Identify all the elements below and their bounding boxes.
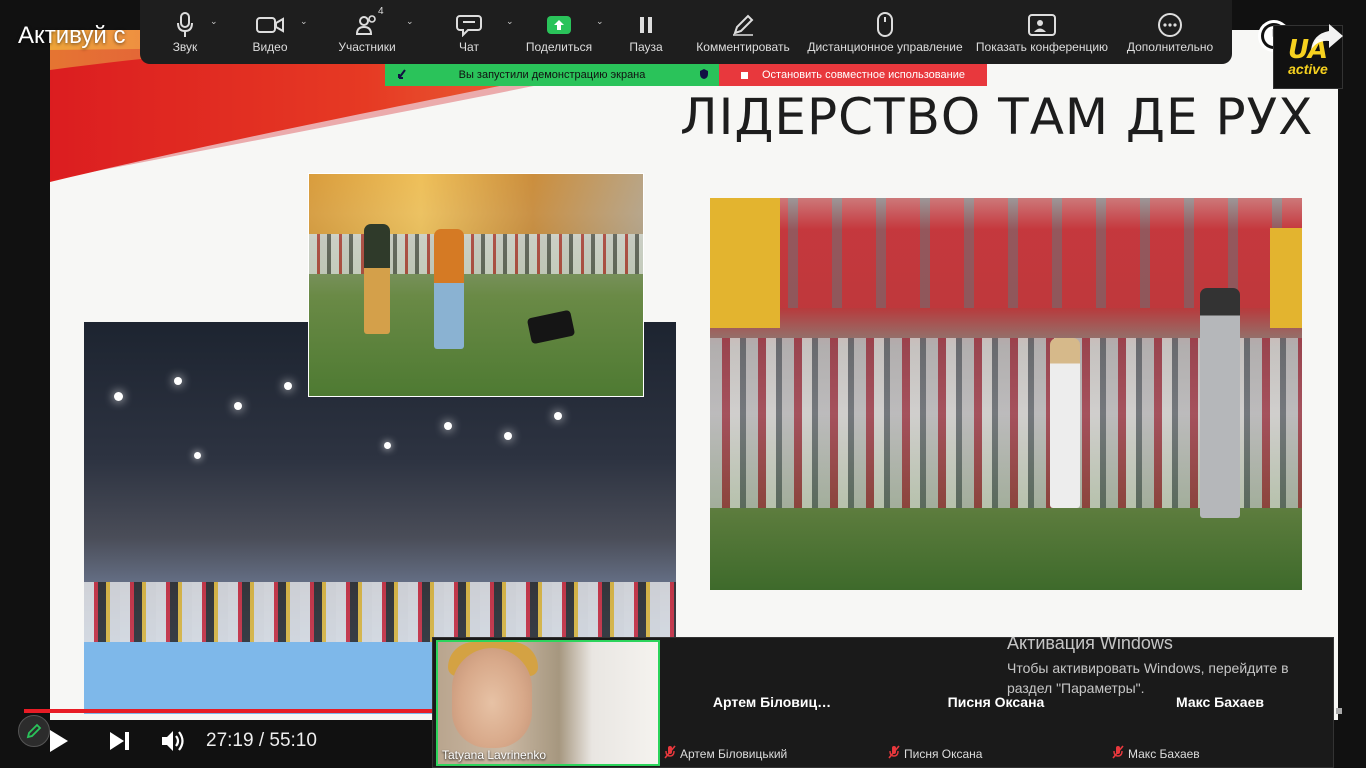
edit-pencil-icon[interactable] <box>18 715 50 747</box>
stop-square-icon <box>741 71 748 79</box>
pause-button[interactable]: Пауза <box>604 0 688 64</box>
annotate-label: Комментировать <box>696 40 790 54</box>
participant-name: Артем Біловицький <box>680 746 788 761</box>
video-label: Видео <box>252 40 288 54</box>
stop-sharing-label: Остановить совместное использование <box>762 69 965 81</box>
share-screen-icon <box>546 10 572 40</box>
muted-mic-icon <box>1112 745 1124 762</box>
more-button[interactable]: Дополнительно <box>1112 0 1228 64</box>
shield-icon <box>699 68 709 83</box>
grip-icon[interactable] <box>397 68 407 83</box>
chat-label: Чат <box>459 40 479 54</box>
pen-icon <box>731 10 755 40</box>
volume-icon[interactable] <box>160 728 188 759</box>
participants-button[interactable]: 4 Участники ⌄ <box>310 0 424 64</box>
muted-mic-icon <box>664 745 676 762</box>
muted-mic-icon <box>888 745 900 762</box>
scroll-marker[interactable] <box>1336 708 1342 714</box>
microphone-icon <box>176 10 194 40</box>
mouse-icon <box>876 10 894 40</box>
chevron-down-icon[interactable]: ⌄ <box>406 16 414 27</box>
chat-button[interactable]: Чат ⌄ <box>424 0 514 64</box>
more-icon <box>1157 10 1183 40</box>
participant-name-row: Артем Біловицький <box>664 745 787 762</box>
annotate-button[interactable]: Комментировать <box>688 0 798 64</box>
participants-label: Участники <box>338 40 396 54</box>
participants-count-badge: 4 <box>378 6 384 17</box>
participant-name-row: Макс Бахаев <box>1112 745 1200 762</box>
chevron-down-icon[interactable]: ⌄ <box>596 16 604 27</box>
share-arrow-icon[interactable] <box>1309 22 1345 57</box>
school-sports-photo <box>710 198 1302 590</box>
pause-label: Пауза <box>629 40 663 54</box>
remote-control-label: Дистанционное управление <box>807 40 963 54</box>
chevron-down-icon[interactable]: ⌄ <box>210 16 218 27</box>
outdoor-dance-photo <box>308 173 644 397</box>
shared-slide: ЛІДЕРСТВО ТАМ ДЕ РУХ <box>50 30 1338 720</box>
video-button[interactable]: Видео ⌄ <box>230 0 310 64</box>
remote-control-button[interactable]: Дистанционное управление <box>798 0 972 64</box>
play-icon[interactable] <box>48 729 70 758</box>
participants-icon <box>355 10 379 40</box>
chevron-down-icon[interactable]: ⌄ <box>506 16 514 27</box>
show-conference-button[interactable]: Показать конференцию <box>972 0 1112 64</box>
share-button[interactable]: Поделиться ⌄ <box>514 0 604 64</box>
sharing-status-text: Вы запустили демонстрацию экрана <box>458 69 646 81</box>
share-label: Поделиться <box>525 40 593 54</box>
slide-title: ЛІДЕРСТВО ТАМ ДЕ РУХ <box>680 88 1314 146</box>
next-icon[interactable] <box>108 730 132 757</box>
sharing-status-banner: Вы запустили демонстрацию экрана <box>385 64 719 86</box>
pause-icon <box>638 10 654 40</box>
more-label: Дополнительно <box>1126 40 1214 54</box>
activation-title: Активация Windows <box>1007 633 1173 653</box>
audio-label: Звук <box>172 40 198 54</box>
participant-face <box>452 648 532 748</box>
video-progress-bar[interactable] <box>24 709 434 713</box>
show-conference-label: Показать конференцию <box>975 40 1109 54</box>
stop-sharing-button[interactable]: Остановить совместное использование <box>719 64 987 86</box>
participant-display-name: Артем Біловиц… <box>712 694 832 710</box>
chat-icon <box>456 10 482 40</box>
audio-button[interactable]: Звук ⌄ <box>140 0 230 64</box>
self-name-label: Tatyana Lavrinenko <box>442 748 547 762</box>
activation-line2: раздел "Параметры". <box>1007 680 1145 696</box>
participant-name: Макс Бахаев <box>1128 746 1200 761</box>
video-time: 27:19 / 55:10 <box>206 730 317 751</box>
meeting-toolbar: Звук ⌄ Видео ⌄ 4 Участники ⌄ Чат ⌄ Подел… <box>140 0 1232 64</box>
video-title[interactable]: Активуй с <box>18 22 125 50</box>
activation-line1: Чтобы активировать Windows, перейдите в <box>1007 660 1289 676</box>
participant-name-row: Писня Оксана <box>888 745 982 762</box>
chevron-down-icon[interactable]: ⌄ <box>300 16 308 27</box>
participant-name: Писня Оксана <box>904 746 983 761</box>
logo-line2: active <box>1288 61 1328 77</box>
video-camera-icon <box>256 10 284 40</box>
show-conference-icon <box>1028 10 1056 40</box>
screen: ЛІДЕРСТВО ТАМ ДЕ РУХ Активуй с Звук ⌄ Ви… <box>0 0 1366 768</box>
participant-tile[interactable]: Артем Біловиц… Артем Біловицький <box>660 640 884 766</box>
self-video-tile[interactable]: Tatyana Lavrinenko <box>436 640 660 766</box>
windows-activation-watermark: Активация Windows Чтобы активировать Win… <box>1007 633 1289 698</box>
